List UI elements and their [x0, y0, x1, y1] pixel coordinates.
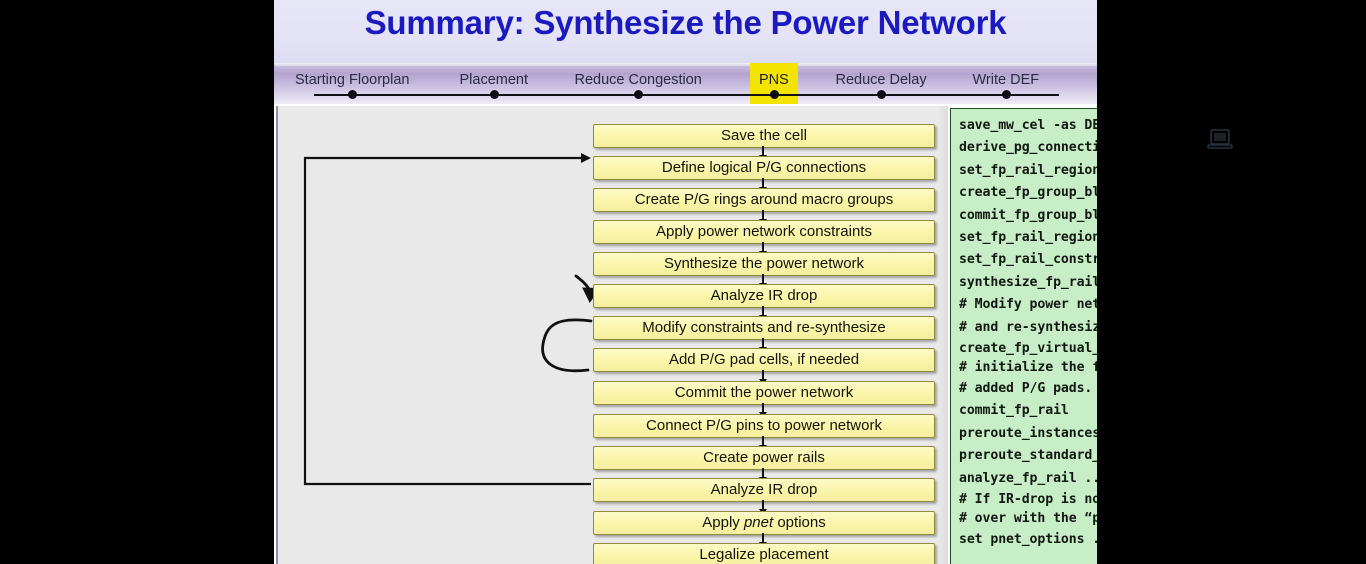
flow-box[interactable]: Analyze IR drop [593, 284, 935, 308]
nav-step-placement[interactable]: Placement [460, 72, 529, 88]
code-line: create_fp_virtual_pad; # If needed, re- [959, 341, 1097, 357]
flow-arrow [759, 403, 767, 418]
nav-dot [1001, 90, 1011, 99]
flow-box[interactable]: Modify constraints and re-synthesize [593, 316, 935, 340]
code-line: analyze_fp_rail ... [959, 470, 1097, 486]
flow-box[interactable]: Apply power network constraints [593, 220, 935, 244]
nav-step-starting-floorplan[interactable]: Starting Floorplan [295, 72, 409, 88]
flow-arrow [759, 146, 767, 161]
flow-arrow [759, 274, 767, 289]
screen-canvas: Summary: Synthesize the Power Network St… [0, 0, 1366, 564]
nav-step-reduce-congestion[interactable]: Reduce Congestion [575, 72, 702, 88]
flow-arrow [759, 370, 767, 385]
page-title: Summary: Synthesize the Power Network [364, 4, 1007, 41]
code-line: set_fp_rail_constraints ... [959, 252, 1097, 268]
flow-box[interactable]: Define logical P/G connections [593, 156, 935, 180]
flow-box[interactable]: Legalize placement [593, 543, 935, 564]
code-line: # If IR-drop is not acceptable start [959, 491, 1097, 507]
code-line: commit_fp_rail [959, 403, 1069, 419]
flow-box[interactable]: Create power rails [593, 446, 935, 470]
code-line: # initialize the floorplan with the [959, 360, 1097, 376]
flow-arrow [759, 468, 767, 483]
flow-arrow [759, 500, 767, 515]
code-line: # added P/G pads. [959, 380, 1093, 396]
code-line: # over with the “pre_pns” cell. [959, 511, 1097, 527]
code-line: save_mw_cel -as DESIGN_pre_pns [959, 118, 1097, 133]
code-line: set_fp_rail_region_constraints -remove [959, 230, 1097, 246]
nav-step-reduce-delay[interactable]: Reduce Delay [836, 72, 927, 88]
flow-arrow [759, 533, 767, 548]
flow-box-label-prefix: Apply [702, 514, 744, 531]
flow-box[interactable]: Apply pnet options [593, 511, 935, 535]
code-panel[interactable]: save_mw_cel -as DESIGN_pre_pns derive_pg… [950, 108, 1097, 564]
flow-box[interactable]: Analyze IR drop [593, 478, 935, 502]
nav-dot [769, 90, 779, 99]
code-line: preroute_instances [959, 425, 1097, 441]
code-line: derive_pg_connection ... [959, 140, 1097, 156]
nav-timeline [314, 94, 1059, 97]
flow-arrow [759, 242, 767, 257]
slide: Summary: Synthesize the Power Network St… [274, 0, 1097, 564]
code-line: synthesize_fp_rail ... [959, 274, 1097, 290]
flow-box-label-suffix: options [773, 514, 826, 531]
code-line: # and re-synthesize, as needed. [959, 319, 1097, 335]
code-line: create_fp_group_block_ring ... [959, 185, 1097, 201]
flow-arrow [759, 436, 767, 451]
code-line: commit_fp_group_block_ring [959, 207, 1097, 223]
title-band: Summary: Synthesize the Power Network [274, 0, 1097, 63]
code-line: preroute_standard_cells ... [959, 448, 1097, 464]
flowchart-panel: Save the cell Define logical P/G connect… [276, 106, 948, 564]
flow-arrow [759, 178, 767, 193]
nav-dot [633, 90, 643, 99]
flow-box[interactable]: Create P/G rings around macro groups [593, 188, 935, 212]
flow-box[interactable]: Save the cell [593, 124, 935, 148]
flow-nav-strip: Starting Floorplan Placement Reduce Cong… [274, 63, 1097, 104]
flow-box[interactable]: Synthesize the power network [593, 252, 935, 276]
laptop-icon [1207, 129, 1233, 149]
flow-arrow [759, 210, 767, 225]
nav-step-pns[interactable]: PNS [759, 72, 789, 88]
nav-dot [347, 90, 357, 99]
code-line: set pnet_options ... [959, 531, 1097, 547]
nav-dot [489, 90, 499, 99]
code-line: set_fp_rail_region_constraints ... [959, 162, 1097, 178]
nav-step-write-def[interactable]: Write DEF [973, 72, 1040, 88]
nav-dot [876, 90, 886, 99]
flow-box[interactable]: Connect P/G pins to power network [593, 414, 935, 438]
flow-box[interactable]: Commit the power network [593, 381, 935, 405]
flow-box[interactable]: Add P/G pad cells, if needed [593, 348, 935, 372]
flow-arrow [759, 338, 767, 353]
code-listing: save_mw_cel -as DESIGN_pre_pns derive_pg… [959, 115, 1097, 551]
flow-box-label-emphasis: pnet [743, 514, 774, 531]
flow-arrow [759, 306, 767, 321]
code-line: # Modify power network constraints [959, 297, 1097, 313]
